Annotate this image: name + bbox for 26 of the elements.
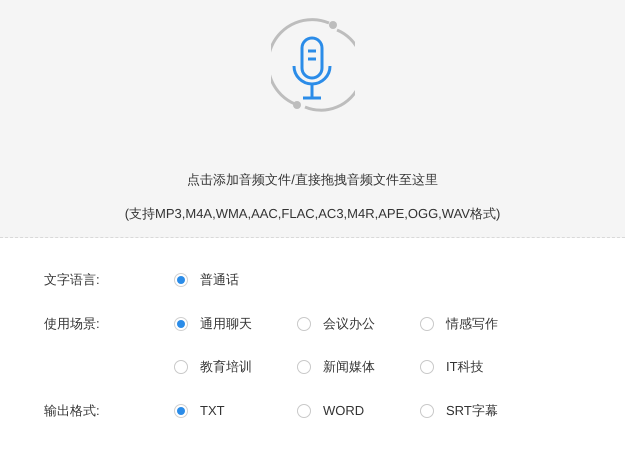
option-label[interactable]: 通用聊天	[200, 314, 252, 334]
setting-label: 输出格式:	[44, 402, 101, 420]
option-label[interactable]: 新闻媒体	[323, 357, 375, 377]
radio-button[interactable]	[174, 404, 188, 418]
radio-button[interactable]	[297, 317, 311, 331]
setting-label: 使用场景:	[44, 315, 101, 333]
supported-formats: (支持MP3,M4A,WMA,AAC,FLAC,AC3,M4R,APE,OGG,WAV格式)	[124, 204, 500, 223]
option-label[interactable]: 教育培训	[200, 357, 252, 377]
option-label[interactable]: 会议办公	[323, 314, 375, 334]
radio-button[interactable]	[420, 360, 434, 374]
upload-instruction: 点击添加音频文件/直接拖拽音频文件至这里	[187, 171, 438, 189]
radio-button[interactable]	[420, 317, 434, 331]
option-label[interactable]: 普通话	[200, 270, 239, 290]
radio-button[interactable]	[420, 404, 434, 418]
setting-label: 文字语言:	[44, 271, 101, 289]
option-label[interactable]: WORD	[323, 401, 364, 421]
option-label[interactable]: IT科技	[446, 357, 484, 377]
radio-button[interactable]	[174, 273, 188, 287]
option-label[interactable]: 情感写作	[446, 314, 498, 334]
radio-button[interactable]	[174, 360, 188, 374]
radio-button[interactable]	[297, 360, 311, 374]
radio-button[interactable]	[174, 317, 188, 331]
upload-area[interactable]: 点击添加音频文件/直接拖拽音频文件至这里 (支持MP3,M4A,WMA,AAC,FLAC,AC3,M4R,APE,OGG,WAV格式)	[0, 0, 625, 238]
radio-button[interactable]	[297, 404, 311, 418]
option-label[interactable]: SRT字幕	[446, 401, 498, 421]
option-label[interactable]: TXT	[200, 401, 225, 421]
